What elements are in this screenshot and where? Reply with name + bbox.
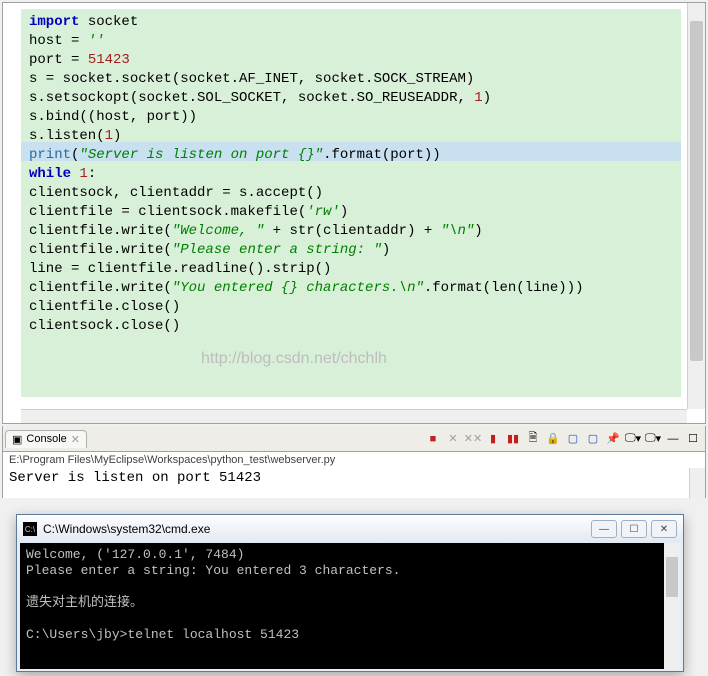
pin-console-icon[interactable]: 📌 [605,431,621,447]
open-console-icon[interactable]: 🖵▾ [645,431,661,447]
maximize-button[interactable]: ☐ [621,520,647,538]
console-tab[interactable]: ▣ Console ✕ [5,430,87,448]
terminate-icon[interactable]: ▮ [485,431,501,447]
cmd-title: C:\Windows\system32\cmd.exe [43,522,210,536]
cmd-window[interactable]: C:\ C:\Windows\system32\cmd.exe — ☐ ✕ We… [16,514,684,672]
minimize-button[interactable]: — [591,520,617,538]
scroll-lock-icon[interactable]: 🔒 [545,431,561,447]
console-output[interactable]: Server is listen on port 51423 [2,468,706,498]
console-vscroll[interactable] [689,468,705,498]
remove-launch-icon[interactable]: ✕ [445,431,461,447]
cmd-vscroll[interactable] [664,543,680,669]
editor-content[interactable]: http://blog.csdn.net/chchlh import socke… [21,9,681,397]
stop-icon[interactable]: ■ [425,431,441,447]
cmd-body[interactable]: Welcome, ('127.0.0.1', 7484)Please enter… [20,543,680,669]
clear-console-icon[interactable]: 🗎 [525,431,541,447]
code-block: import sockethost = ''port = 51423s = so… [29,13,673,355]
minimize-view-icon[interactable]: — [665,431,681,447]
console-path: E:\Program Files\MyEclipse\Workspaces\py… [2,452,706,468]
cmd-icon: C:\ [23,522,37,536]
show-on-err-icon[interactable]: ▢ [585,431,601,447]
cmd-output: Welcome, ('127.0.0.1', 7484)Please enter… [26,547,674,643]
maximize-view-icon[interactable]: ☐ [685,431,701,447]
remove-all-icon[interactable]: ✕✕ [465,431,481,447]
console-toolbar: ■ ✕ ✕✕ ▮ ▮▮ 🗎 🔒 ▢ ▢ 📌 🖵▾ 🖵▾ — ☐ [425,431,705,447]
console-output-line: Server is listen on port 51423 [9,470,261,486]
terminate-all-icon[interactable]: ▮▮ [505,431,521,447]
show-on-out-icon[interactable]: ▢ [565,431,581,447]
display-selected-icon[interactable]: 🖵▾ [625,431,641,447]
console-tabbar: ▣ Console ✕ ■ ✕ ✕✕ ▮ ▮▮ 🗎 🔒 ▢ ▢ 📌 🖵▾ 🖵▾ … [2,426,706,452]
editor-vscroll[interactable] [687,3,705,409]
console-tab-label: Console [26,433,66,445]
close-button[interactable]: ✕ [651,520,677,538]
editor-hscroll[interactable] [21,409,687,423]
close-icon[interactable]: ✕ [71,433,80,446]
code-editor[interactable]: http://blog.csdn.net/chchlh import socke… [2,2,706,424]
cmd-titlebar[interactable]: C:\ C:\Windows\system32\cmd.exe — ☐ ✕ [17,515,683,543]
console-icon: ▣ [12,433,22,446]
